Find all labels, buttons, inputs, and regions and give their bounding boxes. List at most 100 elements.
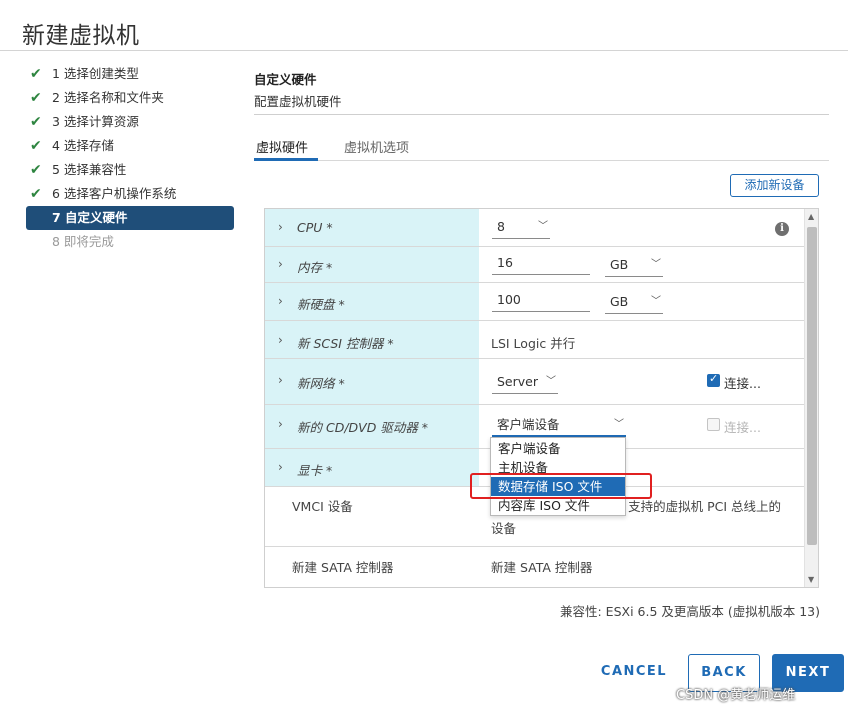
cdrom-connect-checkbox[interactable]: [707, 418, 720, 431]
check-icon: ✔: [30, 114, 42, 130]
section-divider: [254, 114, 829, 115]
check-icon: ✔: [30, 138, 42, 154]
row-label-cell[interactable]: › CPU *: [265, 209, 479, 246]
title-divider: [0, 50, 848, 51]
watermark: CSDN @黄老师运维: [676, 688, 796, 703]
step-4[interactable]: ✔ 4 选择存储: [26, 134, 236, 158]
disk-unit: GB: [610, 294, 629, 309]
disk-unit-select[interactable]: GB ﹀: [605, 292, 663, 314]
row-label-cell[interactable]: › 显卡 *: [265, 449, 479, 486]
step-5[interactable]: ✔ 5 选择兼容性: [26, 158, 236, 182]
info-icon[interactable]: i: [775, 222, 789, 236]
step-7-active[interactable]: 7 自定义硬件: [26, 206, 234, 230]
chevron-down-icon: ﹀: [614, 419, 624, 430]
row-label-cell: 新建 SATA 控制器: [265, 547, 479, 587]
dialog-title: 新建虚拟机: [22, 23, 140, 49]
step-label: 7 自定义硬件: [52, 210, 128, 225]
section-subtitle: 配置虚拟机硬件: [254, 94, 342, 109]
disk-value: 100: [497, 292, 521, 307]
step-label: 6 选择客户机操作系统: [52, 186, 177, 201]
cdrom-value: 客户端设备: [497, 417, 560, 432]
step-label: 4 选择存储: [52, 138, 114, 153]
add-device-button[interactable]: 添加新设备: [730, 174, 819, 197]
scsi-value: LSI Logic 并行: [491, 336, 576, 351]
row-label-cell[interactable]: › 新 SCSI 控制器 *: [265, 321, 479, 358]
cdrom-connect-label: 连接...: [724, 420, 761, 435]
chevron-right-icon[interactable]: ›: [278, 417, 283, 431]
scsi-label: 新 SCSI 控制器 *: [297, 336, 394, 351]
check-icon: ✔: [30, 162, 42, 178]
row-scsi: › 新 SCSI 控制器 * LSI Logic 并行: [265, 321, 804, 359]
step-3[interactable]: ✔ 3 选择计算资源: [26, 110, 236, 134]
memory-label: 内存 *: [297, 260, 333, 275]
cpu-value: 8: [497, 219, 505, 234]
step-6[interactable]: ✔ 6 选择客户机操作系统: [26, 182, 236, 206]
section-title: 自定义硬件: [254, 72, 317, 87]
tab-vm-options[interactable]: 虚拟机选项: [344, 137, 409, 156]
step-label: 1 选择创建类型: [52, 66, 139, 81]
network-connect-checkbox[interactable]: [707, 372, 720, 387]
dropdown-option-client-device[interactable]: 客户端设备: [491, 439, 625, 458]
step-label: 5 选择兼容性: [52, 162, 127, 177]
network-value: Server: [497, 374, 538, 389]
active-tab-indicator: [254, 158, 318, 161]
memory-input[interactable]: 16: [492, 253, 590, 275]
cdrom-type-select[interactable]: 客户端设备 ﹀: [492, 415, 626, 437]
cpu-label: CPU *: [297, 220, 333, 235]
step-2[interactable]: ✔ 2 选择名称和文件夹: [26, 86, 236, 110]
check-icon: ✔: [30, 186, 42, 202]
row-label-cell: VMCI 设备: [265, 487, 479, 546]
network-select[interactable]: Server ﹀: [492, 372, 558, 394]
network-connect-label: 连接...: [724, 376, 761, 391]
disk-label: 新硬盘 *: [297, 297, 345, 312]
check-icon: ✔: [30, 66, 42, 82]
step-label: 2 选择名称和文件夹: [52, 90, 164, 105]
row-network: › 新网络 * Server ﹀ 连接...: [265, 359, 804, 405]
sata-label: 新建 SATA 控制器: [292, 560, 394, 575]
row-label-cell[interactable]: › 新硬盘 *: [265, 283, 479, 320]
hardware-table: › CPU * 8 ﹀ i › 内存 * 16 GB ﹀ › 新硬盘 * 100: [264, 208, 819, 588]
row-cpu: › CPU * 8 ﹀ i: [265, 209, 804, 247]
annotation-highlight-box: [470, 473, 652, 499]
memory-unit: GB: [610, 257, 629, 272]
chevron-down-icon: ﹀: [651, 259, 661, 270]
row-label-cell[interactable]: › 内存 *: [265, 247, 479, 282]
gpu-label: 显卡 *: [297, 463, 333, 478]
cdrom-label: 新的 CD/DVD 驱动器 *: [297, 420, 429, 435]
row-memory: › 内存 * 16 GB ﹀: [265, 247, 804, 283]
chevron-down-icon: ﹀: [546, 376, 556, 387]
step-1[interactable]: ✔ 1 选择创建类型: [26, 62, 236, 86]
chevron-down-icon: ﹀: [651, 296, 661, 307]
scrollbar-thumb[interactable]: [807, 227, 817, 545]
sata-value: 新建 SATA 控制器: [491, 560, 593, 575]
chevron-right-icon[interactable]: ›: [278, 294, 283, 308]
step-label: 3 选择计算资源: [52, 114, 139, 129]
vmci-value-line2: 设备: [491, 521, 517, 536]
scroll-down-arrow-icon[interactable]: ▼: [808, 575, 814, 584]
chevron-right-icon[interactable]: ›: [278, 373, 283, 387]
compatibility-text: 兼容性: ESXi 6.5 及更高版本 (虚拟机版本 13): [560, 604, 820, 619]
step-label: 8 即将完成: [52, 234, 114, 249]
row-disk: › 新硬盘 * 100 GB ﹀: [265, 283, 804, 321]
step-8: 8 即将完成: [26, 230, 236, 254]
scroll-up-arrow-icon[interactable]: ▲: [808, 212, 814, 221]
row-label-cell[interactable]: › 新网络 *: [265, 359, 479, 404]
table-scrollbar[interactable]: ▲ ▼: [804, 209, 818, 587]
wizard-steps: ✔ 1 选择创建类型 ✔ 2 选择名称和文件夹 ✔ 3 选择计算资源 ✔ 4 选择存储 …: [26, 62, 236, 254]
chevron-down-icon: ﹀: [538, 221, 548, 232]
cancel-button[interactable]: CANCEL: [596, 654, 672, 692]
memory-value: 16: [497, 255, 513, 270]
chevron-right-icon[interactable]: ›: [278, 333, 283, 347]
row-label-cell[interactable]: › 新的 CD/DVD 驱动器 *: [265, 405, 479, 448]
network-label: 新网络 *: [297, 376, 345, 391]
disk-size-input[interactable]: 100: [492, 290, 590, 312]
memory-unit-select[interactable]: GB ﹀: [605, 255, 663, 277]
vmci-label: VMCI 设备: [292, 499, 353, 514]
tab-divider: [254, 160, 829, 161]
chevron-right-icon[interactable]: ›: [278, 460, 283, 474]
chevron-right-icon[interactable]: ›: [278, 220, 283, 234]
check-icon: ✔: [30, 90, 42, 106]
cpu-select[interactable]: 8 ﹀: [492, 217, 550, 239]
chevron-right-icon[interactable]: ›: [278, 257, 283, 271]
row-sata: 新建 SATA 控制器 新建 SATA 控制器: [265, 547, 804, 587]
